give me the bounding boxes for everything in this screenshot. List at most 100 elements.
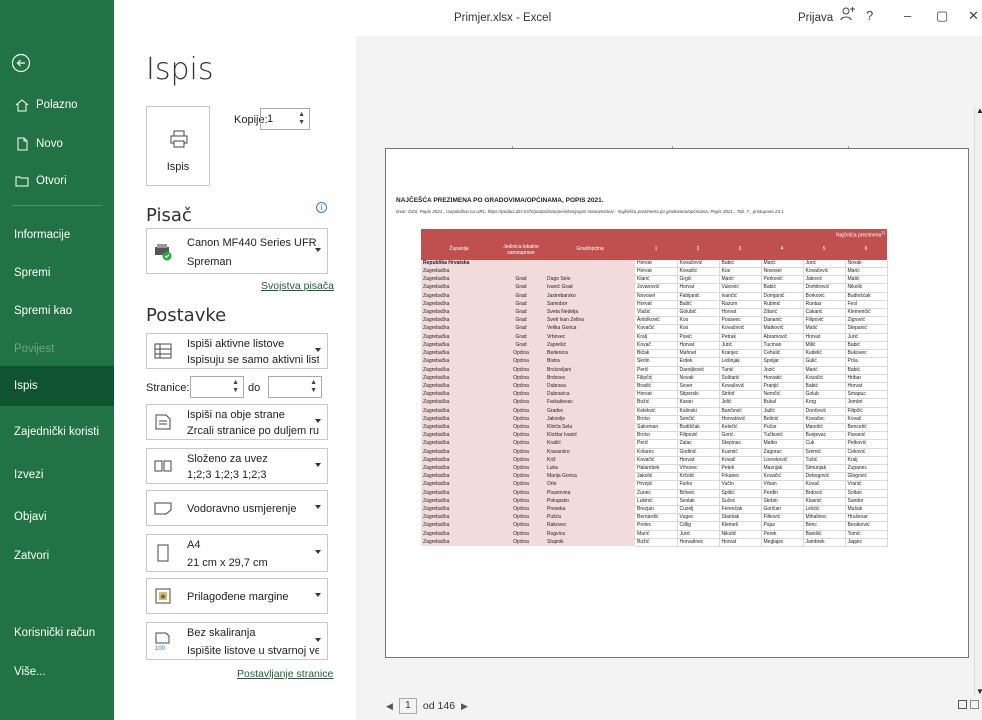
- sidebar-item-info[interactable]: Informacije: [0, 224, 114, 246]
- table-cell: Horvatinec: [677, 538, 720, 547]
- print-what-dropdown[interactable]: Ispiši aktivne listove Ispisuju se samo …: [146, 333, 328, 369]
- table-cell: Kranjec: [719, 349, 762, 359]
- table-cell: Marić: [803, 366, 846, 375]
- sidebar-item-open[interactable]: Otvori: [0, 170, 114, 192]
- table-cell: Farkaševac: [545, 398, 635, 408]
- info-icon[interactable]: i: [316, 202, 327, 213]
- table-cell: Debogović: [803, 472, 846, 482]
- table-cell: Zagrebačka: [421, 480, 497, 490]
- printer-properties-link[interactable]: Svojstva pisača: [261, 280, 334, 292]
- table-cell: Klemenčić: [845, 308, 888, 318]
- table-cell: Milić: [803, 341, 846, 351]
- pages-from-spinner-icon[interactable]: ▲ ▼: [232, 379, 239, 395]
- previous-page-icon[interactable]: ◀: [386, 701, 393, 712]
- table-cell: Kolarec: [635, 448, 678, 457]
- table-cell: Kovačević: [677, 259, 720, 269]
- sidebar-item-label: Izvezi: [14, 469, 44, 481]
- scaling-dropdown[interactable]: 100 Bez skaliranja Ispišite listove u st…: [146, 622, 328, 660]
- table-cell: Zagrebačka: [421, 390, 497, 399]
- window-title: Primjer.xlsx - Excel: [454, 12, 552, 24]
- sidebar-item-export[interactable]: Izvezi: [0, 464, 114, 486]
- table-cell: Općina: [497, 357, 545, 366]
- sidebar-item-home[interactable]: Polazno: [0, 94, 114, 116]
- pages-from-input[interactable]: ▲ ▼: [190, 376, 244, 398]
- table-cell: Pranjić: [761, 382, 804, 392]
- sidebar-item-save-as[interactable]: Spremi kao: [0, 300, 114, 322]
- show-margins-icon[interactable]: [958, 700, 967, 709]
- table-cell: Sremić: [803, 448, 846, 457]
- sidebar-item-new[interactable]: Novo: [0, 133, 114, 155]
- help-icon[interactable]: ?: [866, 8, 873, 23]
- header-jedinica: Jedinica lokalne samouprave: [497, 239, 545, 260]
- table-cell: Horvat: [719, 538, 762, 547]
- zoom-to-page-icon[interactable]: [970, 700, 979, 709]
- margins-dropdown[interactable]: Prilagođene margine: [146, 578, 328, 614]
- settings-heading: Postavke: [146, 305, 227, 326]
- table-row: Zagrebačka Grad Sveti Ivan Zelina Antolkovi…: [421, 316, 888, 326]
- table-cell: Novosel: [635, 292, 678, 301]
- table-cell: Kelekvić: [635, 407, 678, 416]
- sidebar-item-save[interactable]: Spremi: [0, 262, 114, 284]
- table-cell: Filipčić: [845, 407, 888, 416]
- landscape-icon: [154, 502, 172, 515]
- vertical-scrollbar[interactable]: ▲ ▼: [974, 106, 982, 696]
- sidebar-item-print[interactable]: Ispis: [0, 366, 114, 406]
- copies-spinner-icon[interactable]: ▲ ▼: [298, 111, 305, 127]
- scroll-up-icon[interactable]: ▲: [976, 106, 982, 115]
- sidebar-item-more[interactable]: Više...: [0, 661, 114, 683]
- print-button[interactable]: Ispis: [146, 106, 210, 186]
- table-cell: Grad: [497, 275, 545, 284]
- sidebar-item-account[interactable]: Korisnički račun: [0, 622, 114, 644]
- back-arrow-icon[interactable]: [10, 52, 32, 74]
- table-cell: Šimunjak: [803, 464, 846, 474]
- restore-icon[interactable]: ▢: [936, 8, 948, 24]
- table-cell: Općina: [497, 423, 545, 432]
- sign-in-link[interactable]: Prijava: [798, 12, 833, 24]
- coauthor-icon[interactable]: [840, 6, 856, 22]
- table-cell: Bančević: [719, 407, 762, 416]
- table-cell: Budiščak: [677, 423, 720, 433]
- pages-to-input[interactable]: ▲ ▼: [268, 376, 322, 398]
- table-cell: Brdovec: [545, 374, 635, 383]
- table-cell: Brdović: [803, 489, 846, 498]
- scaling-title: Bez skaliranja: [187, 627, 256, 639]
- collate-dropdown[interactable]: Složeno za uvez 1;2;3 1;2;3 1;2;3: [146, 448, 328, 484]
- paper-size-dropdown[interactable]: A4 21 cm x 29,7 cm: [146, 534, 328, 572]
- table-cell: Kovačić: [677, 267, 720, 277]
- page-title: Ispis: [146, 52, 214, 87]
- minimize-icon[interactable]: –: [904, 8, 911, 23]
- table-cell: Tucman: [761, 341, 804, 351]
- table-cell: Marešić: [803, 423, 846, 433]
- next-page-icon[interactable]: ▶: [461, 701, 468, 712]
- table-cell: Filipović: [803, 316, 846, 326]
- table-cell: Domitrović: [803, 283, 846, 293]
- sidebar-item-close[interactable]: Zatvori: [0, 545, 114, 567]
- sidebar-item-share[interactable]: Zajednički koristi: [0, 414, 100, 450]
- page-setup-link[interactable]: Postavljanje stranice: [237, 668, 333, 680]
- printer-dropdown[interactable]: Canon MF440 Series UFR II Spreman: [146, 228, 328, 274]
- table-cell: [497, 267, 545, 276]
- table-cell: Marić: [761, 259, 804, 269]
- copies-input[interactable]: 1 ▲ ▼: [260, 108, 310, 130]
- table-row: Zagrebačka Horvat Kovačić Kos Novosel Kovačev…: [421, 267, 888, 277]
- pages-to-spinner-icon[interactable]: ▲ ▼: [310, 379, 317, 395]
- table-cell: Općina: [497, 456, 545, 465]
- table-cell: Filipčić: [635, 374, 678, 383]
- duplex-dropdown[interactable]: Ispiši na obje strane Zrcali stranice po…: [146, 404, 328, 440]
- table-cell: Luka: [545, 464, 635, 473]
- page-number-input[interactable]: 1: [398, 698, 417, 714]
- table-cell: Prelec: [635, 521, 678, 531]
- table-cell: Vugec: [677, 513, 720, 523]
- close-window-icon[interactable]: ✕: [968, 8, 979, 24]
- scroll-down-icon[interactable]: ▼: [976, 687, 982, 696]
- table-cell: Zagrebačka: [421, 398, 497, 408]
- table-row: Zagrebačka Grad Ivanić Grad Jovanović Horvat…: [421, 283, 888, 293]
- chevron-down-icon: [315, 550, 321, 554]
- table-cell: Samobor: [545, 300, 635, 309]
- table-cell: Zagrebačka: [421, 439, 497, 449]
- sidebar-item-publish[interactable]: Objavi: [0, 506, 114, 528]
- table-cell: Općina: [497, 538, 545, 547]
- orientation-dropdown[interactable]: Vodoravno usmjerenje: [146, 490, 328, 526]
- table-cell: Općina: [497, 480, 545, 490]
- table-cell: Jurić: [845, 333, 888, 342]
